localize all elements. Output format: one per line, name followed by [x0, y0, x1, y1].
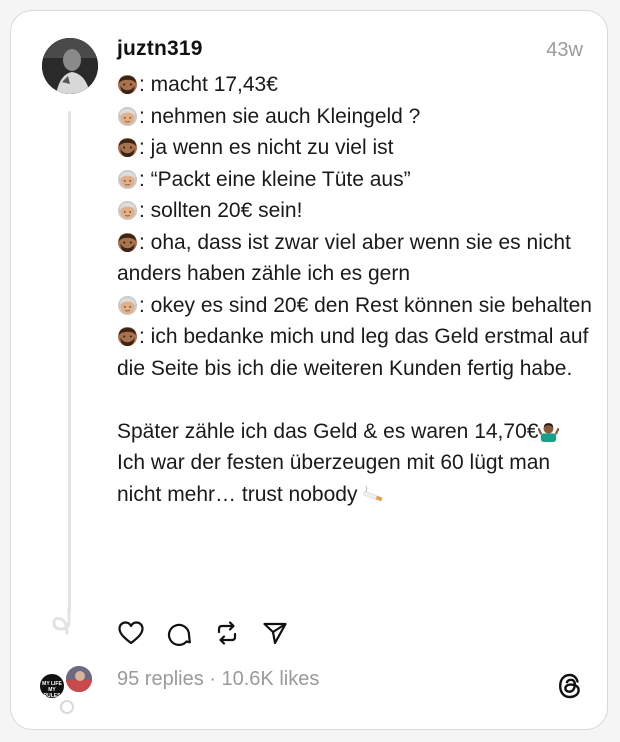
send-icon: [263, 622, 287, 645]
cigarette-emoji-icon: [363, 485, 383, 501]
older-person-emoji-icon: [117, 106, 138, 126]
post-text: : ja wenn es nicht zu viel ist: [139, 136, 394, 159]
post-text-line: : “Packt eine kleine Tüte aus”: [117, 164, 595, 196]
thread-connector-line: [68, 111, 71, 611]
post-text: Später zähle ich das Geld & es waren 14,…: [117, 419, 539, 443]
post-actions: [117, 619, 289, 647]
bearded-man-emoji-icon: [117, 326, 138, 347]
reply-avatar-3: [60, 700, 74, 714]
post-content: : macht 17,43€ : nehmen sie auch Kleingel…: [117, 69, 595, 510]
post-text-line: Später zähle ich das Geld & es waren 14,…: [117, 416, 595, 448]
user-avatar[interactable]: [42, 38, 98, 94]
post-text: : oha, dass ist zwar viel aber wenn sie …: [117, 230, 571, 286]
repost-icon: [217, 621, 237, 645]
post-text-line: : sollten 20€ sein!: [117, 195, 595, 227]
reply-avatar-photo: [66, 666, 92, 692]
post-text-line: : macht 17,43€: [117, 69, 595, 101]
post-text: : nehmen sie auch Kleingeld ?: [139, 104, 421, 128]
post-text: : okey es sind 20€ den Rest können sie b…: [139, 293, 592, 317]
threads-logo-icon[interactable]: [555, 671, 585, 701]
post-stats[interactable]: 95 replies · 10.6K likes: [117, 668, 319, 691]
older-person-emoji-icon: [117, 169, 138, 189]
username[interactable]: juztn319: [117, 37, 203, 61]
comment-icon: [167, 623, 191, 646]
thread-curl-icon: [52, 607, 71, 635]
post-text-line: : nehmen sie auch Kleingeld ?: [117, 101, 595, 133]
post-text: : macht 17,43€: [139, 73, 278, 96]
repost-button[interactable]: [213, 619, 241, 647]
heart-icon: [118, 621, 144, 645]
post-text-line: : ich bedanke mich und leg das Geld erst…: [117, 321, 595, 384]
person-shrugging-emoji-icon: [538, 422, 560, 442]
post-text-line: : okey es sind 20€ den Rest können sie b…: [117, 290, 595, 322]
post-text: Ich war der festen überzeugen mit 60 lüg…: [117, 451, 551, 506]
post-text-line: : ja wenn es nicht zu viel ist: [117, 132, 595, 164]
reply-avatar-2: [64, 664, 94, 694]
reply-button[interactable]: [165, 619, 193, 647]
avatar-photo: [42, 38, 98, 94]
older-person-emoji-icon: [117, 200, 138, 221]
like-button[interactable]: [117, 619, 145, 647]
bearded-man-emoji-icon: [117, 137, 138, 158]
bearded-man-emoji-icon: [117, 232, 138, 252]
post-text-line: : oha, dass ist zwar viel aber wenn sie …: [117, 227, 595, 290]
share-button[interactable]: [261, 619, 289, 647]
thread-post-card[interactable]: juztn319 43w : macht 17,43€ : nehmen sie …: [10, 10, 608, 730]
bearded-man-emoji-icon: [117, 74, 138, 95]
post-text: : “Packt eine kleine Tüte aus”: [139, 167, 411, 191]
older-person-emoji-icon: [117, 295, 138, 315]
post-timestamp: 43w: [546, 39, 583, 61]
post-text: : ich bedanke mich und leg das Geld erst…: [117, 325, 589, 380]
post-text: : sollten 20€ sein!: [139, 199, 303, 222]
post-text-line: Ich war der festen überzeugen mit 60 lüg…: [117, 447, 595, 510]
reply-avatars[interactable]: MY LIFE MY RULES: [38, 664, 100, 714]
reply-avatar-1: MY LIFE MY RULES: [38, 672, 66, 700]
